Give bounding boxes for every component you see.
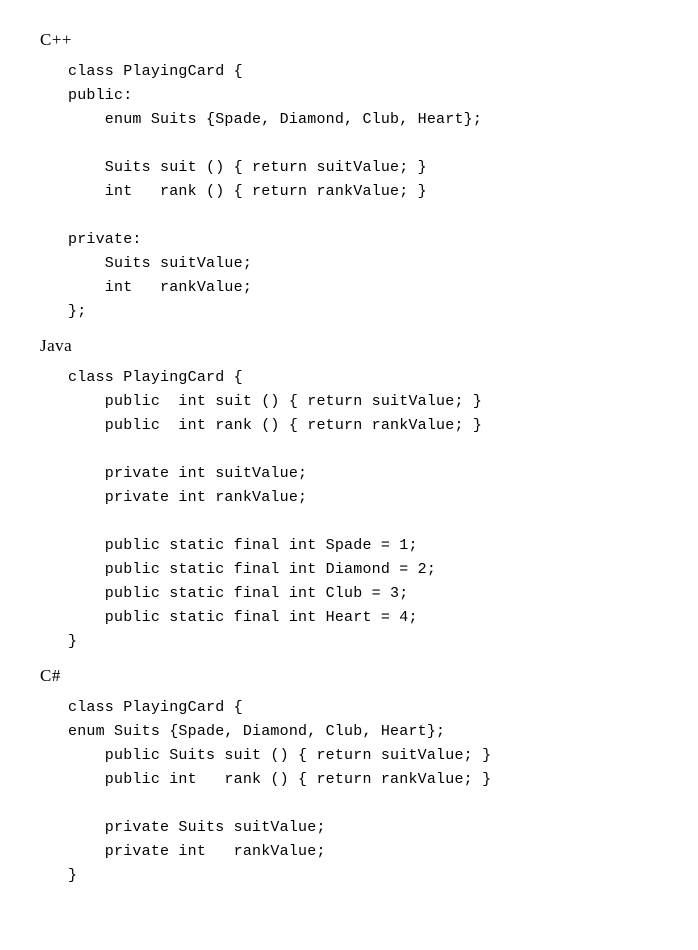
section-cpp: C++ class PlayingCard { public: enum Sui…	[40, 30, 658, 324]
lang-heading-cpp: C++	[40, 30, 658, 50]
lang-heading-csharp: C#	[40, 666, 658, 686]
section-java: Java class PlayingCard { public int suit…	[40, 336, 658, 654]
lang-heading-java: Java	[40, 336, 658, 356]
code-block-java: class PlayingCard { public int suit () {…	[68, 366, 658, 654]
code-block-cpp: class PlayingCard { public: enum Suits {…	[68, 60, 658, 324]
code-block-csharp: class PlayingCard { enum Suits {Spade, D…	[68, 696, 658, 888]
section-csharp: C# class PlayingCard { enum Suits {Spade…	[40, 666, 658, 888]
